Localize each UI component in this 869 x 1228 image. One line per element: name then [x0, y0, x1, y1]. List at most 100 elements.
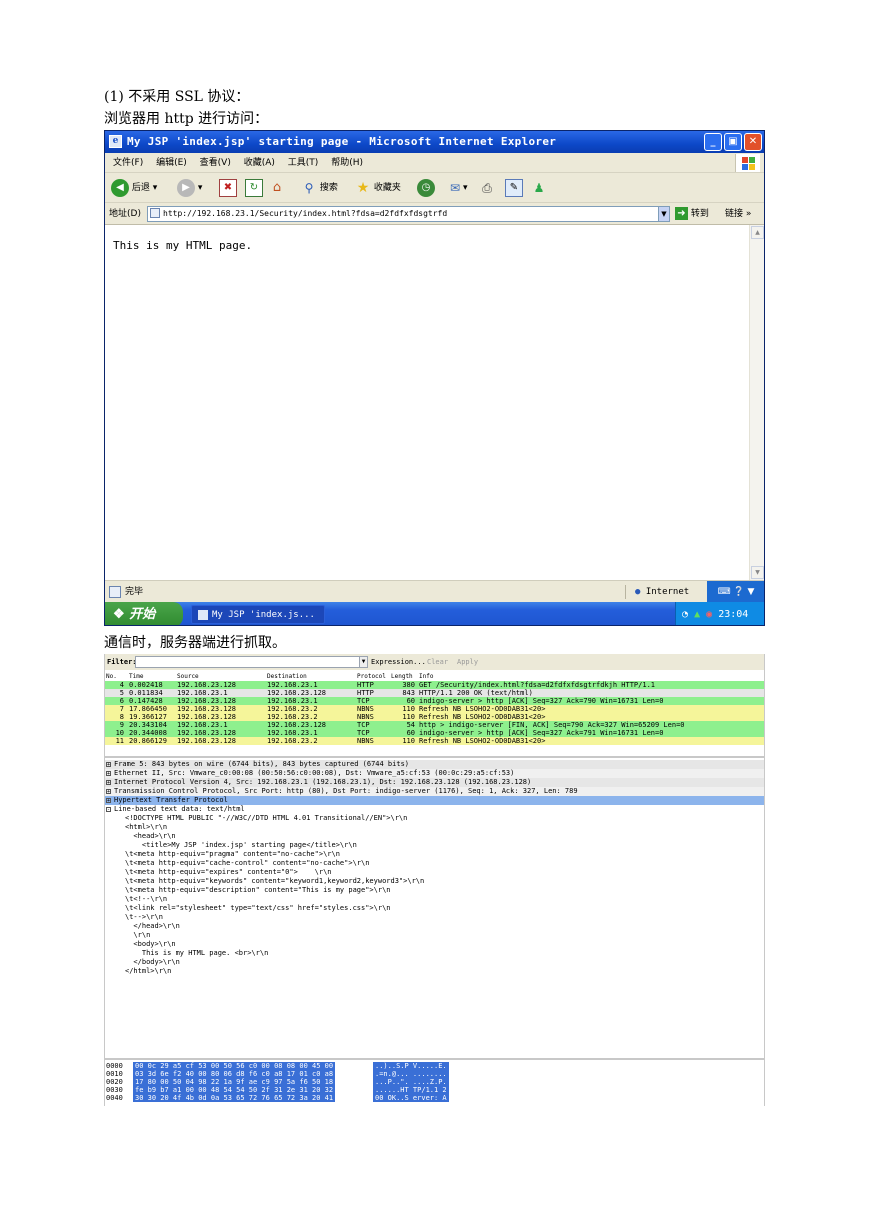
taskbar-item-ie[interactable]: My JSP 'index.js... — [191, 605, 325, 624]
tree-item[interactable]: + Ethernet II, Src: Vmware_c0:00:08 (00:5… — [105, 769, 764, 778]
print-button[interactable]: ⎙ — [479, 177, 495, 199]
packet-no: 10 — [115, 729, 124, 737]
packet-row[interactable]: 7 17.866450 192.168.23.128 192.168.23.2 NBNS… — [105, 705, 764, 713]
address-input[interactable]: http://192.168.23.1/Security/index.html?… — [147, 206, 667, 222]
stop-icon: ✖ — [219, 178, 237, 197]
expand-icon[interactable]: + — [106, 797, 111, 803]
vertical-scrollbar[interactable]: ▲ ▼ — [749, 225, 764, 580]
tree-item[interactable]: + Internet Protocol Version 4, Src: 192.1… — [105, 778, 764, 787]
packet-info: Refresh NB LSOHO2-OD0DAB31<20> — [419, 737, 546, 745]
packet-row[interactable]: 6 0.147428 192.168.23.128 192.168.23.1 TCP 60… — [105, 697, 764, 705]
ie-menu-bar: 文件(F) 编辑(E) 查看(V) 收藏(A) 工具(T) 帮助(H) — [105, 153, 764, 173]
packet-row[interactable]: 5 0.011834 192.168.23.1 192.168.23.128 HTTP 8… — [105, 689, 764, 697]
col-no[interactable]: No. — [106, 672, 117, 681]
collapse-icon[interactable]: - — [106, 806, 111, 812]
refresh-button[interactable]: ↻ — [245, 177, 263, 199]
tree-item[interactable]: - Line-based text data: text/html — [105, 805, 764, 814]
expand-icon[interactable]: + — [106, 770, 111, 776]
windows-logo-icon: ❖ — [113, 607, 125, 622]
menu-tools[interactable]: 工具(T) — [288, 158, 319, 168]
links-button[interactable]: 链接 » — [725, 203, 751, 225]
source-line: </body>\r\n — [125, 958, 180, 966]
packet-list-header: No. Time Source Destination Protocol Len… — [105, 672, 764, 681]
close-button[interactable]: ✕ — [744, 133, 762, 151]
globe-icon: ● — [635, 587, 641, 597]
messenger-button[interactable]: ♟ — [531, 177, 547, 199]
apply-button[interactable]: Apply — [457, 654, 478, 670]
packet-dst: 192.168.23.2 — [267, 713, 318, 721]
done-page-icon — [109, 586, 121, 598]
expand-icon[interactable]: + — [106, 788, 111, 794]
filter-dropdown-icon[interactable]: ▼ — [359, 656, 368, 668]
mail-button[interactable]: ✉ ▾ — [447, 177, 468, 199]
ie-toolbar: ◀ 后退 ▾ ▶ ▾ ✖ ↻ ⌂ ⚲ 搜索 ★ 收藏夹 ◷ ✉ ▾ ⎙ ✎ ♟ — [105, 173, 764, 203]
forward-button[interactable]: ▶ ▾ — [177, 177, 202, 199]
col-length[interactable]: Length — [391, 672, 413, 681]
stop-button[interactable]: ✖ — [219, 177, 237, 199]
source-line: <head>\r\n — [125, 832, 176, 840]
network-icon[interactable]: ▲ — [694, 609, 700, 620]
packet-info: Refresh NB LSOHO2-OD0DAB31<20> — [419, 713, 546, 721]
menu-view[interactable]: 查看(V) — [200, 158, 231, 168]
go-button[interactable]: ➜ 转到 — [675, 203, 709, 225]
favorites-button[interactable]: ★ 收藏夹 — [355, 177, 401, 199]
back-button[interactable]: ◀ 后退 ▾ — [111, 177, 157, 199]
menu-help[interactable]: 帮助(H) — [331, 158, 363, 168]
messenger-icon: ♟ — [533, 180, 545, 195]
col-source[interactable]: Source — [177, 672, 199, 681]
maximize-button[interactable]: ▣ — [724, 133, 742, 151]
pane-divider-2[interactable] — [105, 1058, 764, 1060]
source-line: \t<!--\r\n — [125, 895, 168, 903]
pane-divider[interactable] — [105, 756, 764, 758]
col-destination[interactable]: Destination — [267, 672, 307, 681]
packet-row[interactable]: 8 19.366127 192.168.23.128 192.168.23.2 NBNS… — [105, 713, 764, 721]
clear-button[interactable]: Clear — [427, 654, 448, 670]
filter-input[interactable] — [135, 656, 367, 668]
tree-item[interactable]: + Hypertext Transfer Protocol — [105, 796, 764, 805]
search-button[interactable]: ⚲ 搜索 — [301, 177, 338, 199]
tray-app-icon[interactable]: ◔ — [682, 609, 688, 620]
source-line: \t-->\r\n — [125, 913, 163, 921]
expression-button[interactable]: Expression... — [371, 654, 426, 670]
tree-item[interactable]: + Transmission Control Protocol, Src Port… — [105, 787, 764, 796]
expand-icon[interactable]: + — [106, 779, 111, 785]
menu-edit[interactable]: 编辑(E) — [156, 158, 187, 168]
scroll-up-icon[interactable]: ▲ — [751, 226, 764, 239]
filter-label: Filter: — [107, 658, 137, 666]
zone-text: Internet — [645, 587, 690, 597]
history-button[interactable]: ◷ — [417, 177, 435, 199]
address-dropdown-icon[interactable]: ▼ — [658, 206, 670, 222]
packet-src: 192.168.23.128 — [177, 737, 237, 745]
shield-icon[interactable]: ◉ — [706, 609, 712, 620]
packet-time: 17.866450 — [129, 705, 167, 713]
hex-ascii: 00 OK..S erver: A — [373, 1094, 449, 1102]
packet-row[interactable]: 11 20.866129 192.168.23.128 192.168.23.2 NBN… — [105, 737, 764, 745]
packet-row[interactable]: 10 20.344008 192.168.23.128 192.168.23.1 TCP… — [105, 729, 764, 737]
col-time[interactable]: Time — [129, 672, 143, 681]
source-line: \t<meta http-equiv="description" content… — [125, 886, 391, 894]
hex-row: 0030 fe b9 b7 a1 00 00 48 54 54 50 2f 31 … — [105, 1086, 764, 1094]
start-label: 开始 — [129, 607, 156, 622]
packet-details: + Frame 5: 843 bytes on wire (6744 bits),… — [105, 760, 764, 1050]
packet-src: 192.168.23.128 — [177, 697, 237, 705]
expand-icon[interactable]: + — [106, 761, 111, 767]
edit-button[interactable]: ✎ — [505, 177, 523, 199]
start-button[interactable]: ❖ 开始 — [105, 602, 183, 625]
tree-item[interactable]: + Frame 5: 843 bytes on wire (6744 bits),… — [105, 760, 764, 769]
home-button[interactable]: ⌂ — [269, 177, 285, 199]
menu-favorites[interactable]: 收藏(A) — [244, 158, 275, 168]
packet-info: indigo-server > http [ACK] Seq=327 Ack=7… — [419, 729, 664, 737]
filter-bar: Filter: ▼ Expression... Clear Apply — [105, 654, 764, 670]
zone-indicator: ● Internet — [635, 581, 689, 603]
packet-row[interactable]: 9 20.343104 192.168.23.1 192.168.23.128 TCP 5… — [105, 721, 764, 729]
ie-status-bar: 完毕 ● Internet ⌨ ❔ ▼ — [105, 580, 764, 603]
packet-dst: 192.168.23.128 — [267, 689, 327, 697]
packet-dst: 192.168.23.1 — [267, 697, 318, 705]
minimize-button[interactable]: _ — [704, 133, 722, 151]
scroll-down-icon[interactable]: ▼ — [751, 566, 764, 579]
col-protocol[interactable]: Protocol — [357, 672, 386, 681]
menu-file[interactable]: 文件(F) — [113, 158, 143, 168]
col-info[interactable]: Info — [419, 672, 433, 681]
taskbar-item-label: My JSP 'index.js... — [212, 610, 315, 620]
packet-row[interactable]: 4 0.002418 192.168.23.128 192.168.23.1 HTTP 3… — [105, 681, 764, 689]
